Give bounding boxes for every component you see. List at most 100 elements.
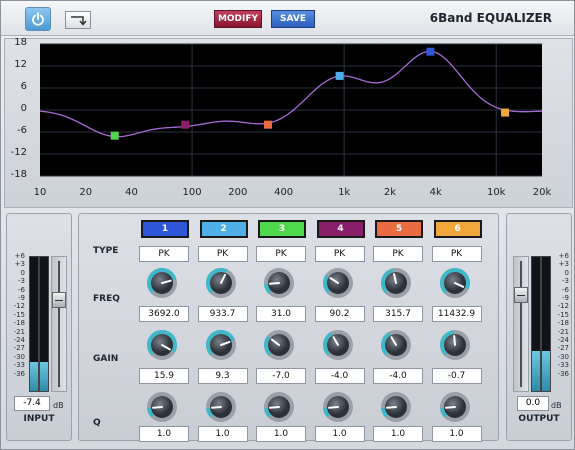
power-button[interactable] bbox=[25, 7, 51, 31]
band-handle-2[interactable] bbox=[335, 71, 344, 80]
gain-knob[interactable] bbox=[321, 328, 355, 362]
band-select-button[interactable]: 6 bbox=[433, 220, 482, 238]
band-gain-field[interactable]: 15.9 bbox=[139, 368, 189, 384]
scale-tick-label: -9 bbox=[562, 294, 569, 303]
band-select-button[interactable]: 4 bbox=[316, 220, 365, 238]
q-knob[interactable] bbox=[262, 390, 296, 424]
route-icon bbox=[71, 16, 87, 26]
band-freq-field[interactable]: 3692.0 bbox=[139, 306, 189, 322]
band-handle-5[interactable] bbox=[264, 120, 273, 129]
scale-tick-label: -36 bbox=[13, 369, 25, 378]
band-gain-field[interactable]: -0.7 bbox=[431, 368, 482, 384]
y-tick-label: 0 bbox=[20, 103, 27, 114]
eq-curve-plot[interactable] bbox=[5, 39, 572, 207]
q-knob[interactable] bbox=[204, 390, 238, 424]
band-select-button[interactable]: 1 bbox=[141, 220, 189, 238]
band-select-button[interactable]: 2 bbox=[199, 220, 248, 238]
band-controls-panel: TYPE FREQ GAIN Q 1 PK 3692.0 15.9 1.0 2 … bbox=[78, 213, 499, 442]
scale-tick-label: -18 bbox=[557, 319, 569, 328]
y-tick-label: 6 bbox=[20, 81, 27, 92]
band-freq-field[interactable]: 11432.9 bbox=[431, 306, 482, 322]
band-gain-field[interactable]: -4.0 bbox=[373, 368, 423, 384]
band-column-1: 1 PK 3692.0 15.9 1.0 bbox=[139, 220, 191, 442]
freq-knob[interactable] bbox=[204, 266, 238, 300]
band-type-field[interactable]: PK bbox=[256, 246, 306, 262]
input-meter-right bbox=[39, 256, 49, 392]
scale-tick-label: -27 bbox=[13, 344, 25, 353]
band-q-field[interactable]: 1.0 bbox=[431, 426, 482, 442]
band-type-field[interactable]: PK bbox=[373, 246, 423, 262]
scale-tick-label: -30 bbox=[557, 352, 569, 361]
scale-tick-label: -15 bbox=[13, 310, 25, 319]
x-tick-label: 400 bbox=[274, 187, 294, 198]
band-handle-1[interactable] bbox=[426, 47, 435, 56]
band-handle-3[interactable] bbox=[110, 131, 119, 140]
gain-knob[interactable] bbox=[438, 328, 472, 362]
route-mode-button[interactable] bbox=[65, 11, 91, 29]
y-tick-label: 12 bbox=[14, 59, 27, 70]
output-slider-handle[interactable] bbox=[514, 287, 528, 303]
band-gain-field[interactable]: -7.0 bbox=[256, 368, 306, 384]
scale-tick-label: +3 bbox=[558, 260, 569, 269]
eq-response-graph[interactable]: 18 12 6 0 -6 -12 -18 10 20 40 100 200 400 1k 2k 4k 10k 20… bbox=[4, 37, 573, 208]
x-tick-label: 2k bbox=[383, 187, 396, 198]
freq-knob[interactable] bbox=[145, 266, 179, 300]
y-tick-label: -6 bbox=[17, 125, 27, 136]
band-freq-field[interactable]: 90.2 bbox=[314, 306, 365, 322]
gain-knob[interactable] bbox=[204, 328, 238, 362]
q-row-label: Q bbox=[93, 418, 101, 428]
gain-knob[interactable] bbox=[262, 328, 296, 362]
q-knob[interactable] bbox=[145, 390, 179, 424]
input-unit: dB bbox=[53, 401, 64, 410]
save-button[interactable]: SAVE bbox=[271, 10, 315, 28]
band-type-field[interactable]: PK bbox=[314, 246, 365, 262]
band-type-field[interactable]: PK bbox=[139, 246, 189, 262]
band-type-field[interactable]: PK bbox=[431, 246, 482, 262]
band-type-field[interactable]: PK bbox=[197, 246, 248, 262]
band-column-2: 2 PK 933.7 9.3 1.0 bbox=[197, 220, 250, 442]
modify-button[interactable]: MODIFY bbox=[214, 10, 262, 28]
freq-row-label: FREQ bbox=[93, 294, 120, 304]
band-q-field[interactable]: 1.0 bbox=[373, 426, 423, 442]
output-meter-left bbox=[531, 256, 541, 392]
gain-knob[interactable] bbox=[379, 328, 413, 362]
input-meter-left bbox=[29, 256, 39, 392]
band-handle-4[interactable] bbox=[181, 120, 190, 129]
output-label: OUTPUT bbox=[518, 414, 560, 424]
band-column-5: 5 PK 315.7 -4.0 1.0 bbox=[373, 220, 425, 442]
q-knob[interactable] bbox=[379, 390, 413, 424]
input-label: INPUT bbox=[23, 414, 55, 424]
freq-knob[interactable] bbox=[379, 266, 413, 300]
scale-tick-label: -33 bbox=[13, 361, 25, 370]
output-gain-slider[interactable] bbox=[513, 256, 529, 392]
band-q-field[interactable]: 1.0 bbox=[197, 426, 248, 442]
freq-knob[interactable] bbox=[262, 266, 296, 300]
band-gain-field[interactable]: -4.0 bbox=[314, 368, 365, 384]
scale-tick-label: -21 bbox=[13, 327, 25, 336]
band-q-field[interactable]: 1.0 bbox=[314, 426, 365, 442]
band-freq-field[interactable]: 31.0 bbox=[256, 306, 306, 322]
band-freq-field[interactable]: 933.7 bbox=[197, 306, 248, 322]
band-q-field[interactable]: 1.0 bbox=[139, 426, 189, 442]
input-slider-handle[interactable] bbox=[52, 292, 66, 308]
input-value-field[interactable]: -7.4 bbox=[14, 396, 50, 411]
band-q-field[interactable]: 1.0 bbox=[256, 426, 306, 442]
gain-knob[interactable] bbox=[145, 328, 179, 362]
x-tick-label: 4k bbox=[429, 187, 442, 198]
band-handle-6[interactable] bbox=[501, 108, 510, 117]
q-knob[interactable] bbox=[321, 390, 355, 424]
freq-knob[interactable] bbox=[438, 266, 472, 300]
q-knob[interactable] bbox=[438, 390, 472, 424]
scale-tick-label: -21 bbox=[557, 327, 569, 336]
band-select-button[interactable]: 5 bbox=[375, 220, 423, 238]
band-column-6: 6 PK 11432.9 -0.7 1.0 bbox=[431, 220, 484, 442]
toolbar: MODIFY SAVE 6Band EQUALIZER bbox=[1, 1, 574, 36]
band-freq-field[interactable]: 315.7 bbox=[373, 306, 423, 322]
freq-knob[interactable] bbox=[321, 266, 355, 300]
input-gain-slider[interactable] bbox=[51, 256, 67, 392]
y-tick-label: -18 bbox=[10, 169, 27, 180]
band-gain-field[interactable]: 9.3 bbox=[197, 368, 248, 384]
scale-tick-label: +3 bbox=[14, 260, 25, 269]
output-value-field[interactable]: 0.0 bbox=[517, 396, 549, 411]
band-select-button[interactable]: 3 bbox=[258, 220, 306, 238]
